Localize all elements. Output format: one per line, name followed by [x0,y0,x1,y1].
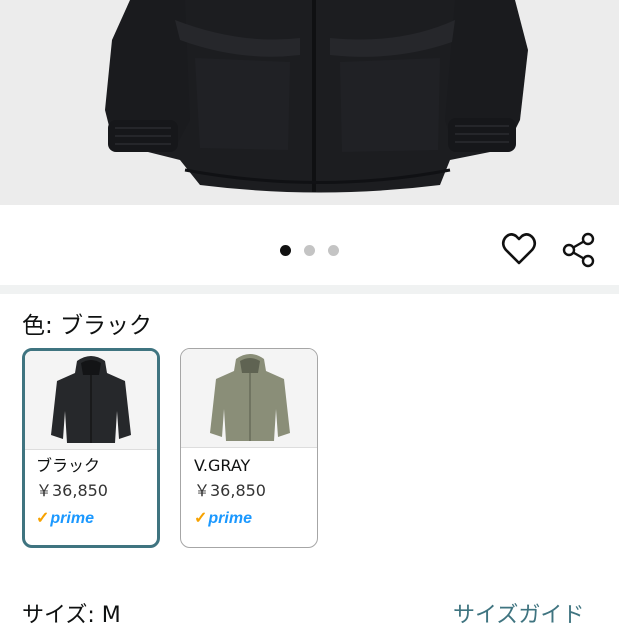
heart-icon [501,233,537,265]
pager-dot-1[interactable] [280,245,291,256]
color-swatch-vgray[interactable]: V.GRAY ￥36,850 ✓prime [180,348,318,548]
swatch-thumbnail [25,351,157,449]
swatch-name: ブラック [36,456,101,475]
jacket-photo [105,0,528,193]
prime-check-icon: ✓ [36,510,50,527]
share-icon [562,232,595,268]
pager-dot-2[interactable] [304,245,315,256]
swatch-price: ￥36,850 [194,481,266,500]
share-button[interactable] [558,228,600,270]
selected-size-label: サイズ: M [22,603,121,628]
prime-badge: ✓prime [36,510,94,527]
size-guide-link[interactable]: サイズガイド [453,601,584,631]
product-image[interactable] [0,0,619,205]
wishlist-button[interactable] [498,228,540,270]
color-swatch-black[interactable]: ブラック ￥36,850 ✓prime [22,348,160,548]
swatch-thumbnail [181,349,317,447]
section-divider [0,285,619,294]
pager-dot-3[interactable] [328,245,339,256]
prime-badge: ✓prime [194,510,252,527]
swatch-name: V.GRAY [194,456,251,475]
selected-color-label: 色: ブラック [22,313,153,339]
swatch-separator [181,447,317,448]
swatch-separator [25,449,157,450]
swatch-price: ￥36,850 [36,481,108,500]
prime-check-icon: ✓ [194,510,208,527]
